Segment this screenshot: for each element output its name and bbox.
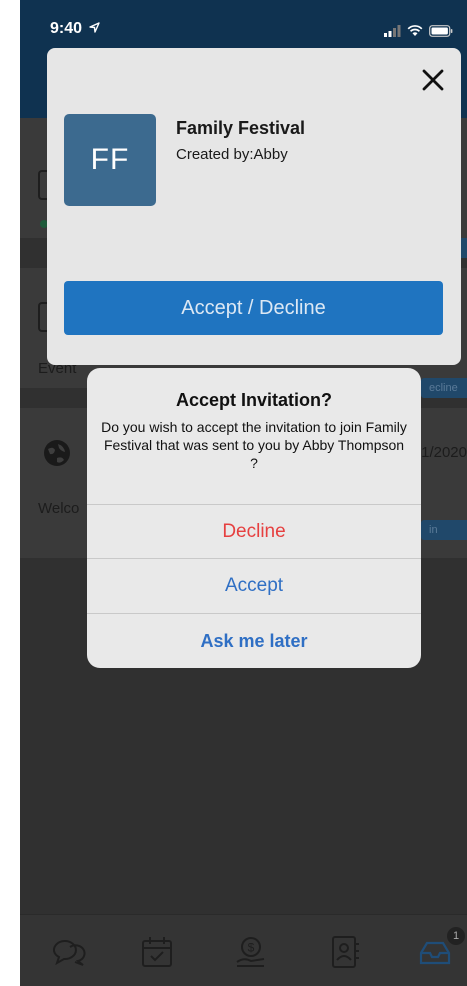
notification-badge: 1 bbox=[447, 927, 465, 945]
tab-inbox[interactable] bbox=[418, 935, 452, 969]
tab-contacts[interactable] bbox=[328, 935, 362, 969]
background-row-date: 1/2020 bbox=[421, 444, 467, 461]
wifi-icon bbox=[407, 25, 423, 36]
location-arrow-icon bbox=[89, 22, 101, 33]
accept-invitation-alert: Accept Invitation? Do you wish to accept… bbox=[87, 368, 421, 668]
alert-message: Do you wish to accept the invitation to … bbox=[101, 419, 407, 471]
inbox-tray-icon bbox=[419, 941, 451, 965]
background-pill: ecline bbox=[421, 378, 467, 398]
event-title: Family Festival bbox=[176, 118, 306, 138]
close-icon bbox=[422, 69, 444, 91]
globe-icon bbox=[44, 440, 70, 466]
phone-screen: 9:40 Event ecline 1/2020 Welco in $ 1 FF… bbox=[20, 0, 467, 986]
tab-calendar[interactable] bbox=[140, 935, 174, 969]
background-pill: in bbox=[421, 520, 467, 540]
invitation-card: FF Family Festival Created by:Abby Accep… bbox=[47, 48, 461, 365]
tab-bar: $ 1 bbox=[20, 914, 467, 986]
event-creator: Created by:Abby bbox=[176, 146, 288, 163]
background-row-label: Welco bbox=[38, 500, 80, 517]
money-hand-icon: $ bbox=[236, 937, 265, 967]
event-avatar-initials: FF bbox=[90, 143, 130, 176]
cellular-signal-icon bbox=[384, 25, 401, 37]
alert-title: Accept Invitation? bbox=[175, 390, 332, 410]
chat-bubbles-icon bbox=[52, 940, 86, 966]
contact-book-icon bbox=[332, 936, 359, 968]
accept-button[interactable]: Accept bbox=[87, 558, 421, 613]
svg-text:$: $ bbox=[248, 941, 255, 955]
battery-icon bbox=[429, 25, 453, 37]
status-time: 9:40 bbox=[50, 20, 101, 38]
close-button[interactable] bbox=[419, 66, 447, 94]
calendar-check-icon bbox=[142, 937, 172, 967]
status-icons bbox=[384, 24, 453, 38]
status-time-text: 9:40 bbox=[50, 20, 83, 37]
ask-me-later-button[interactable]: Ask me later bbox=[87, 613, 421, 668]
tab-chat[interactable] bbox=[50, 935, 86, 969]
accept-decline-button[interactable]: Accept / Decline bbox=[64, 281, 443, 335]
decline-button[interactable]: Decline bbox=[87, 504, 421, 559]
status-bar: 9:40 bbox=[20, 0, 467, 44]
tab-payments[interactable]: $ bbox=[234, 935, 268, 969]
event-avatar: FF bbox=[64, 114, 156, 206]
